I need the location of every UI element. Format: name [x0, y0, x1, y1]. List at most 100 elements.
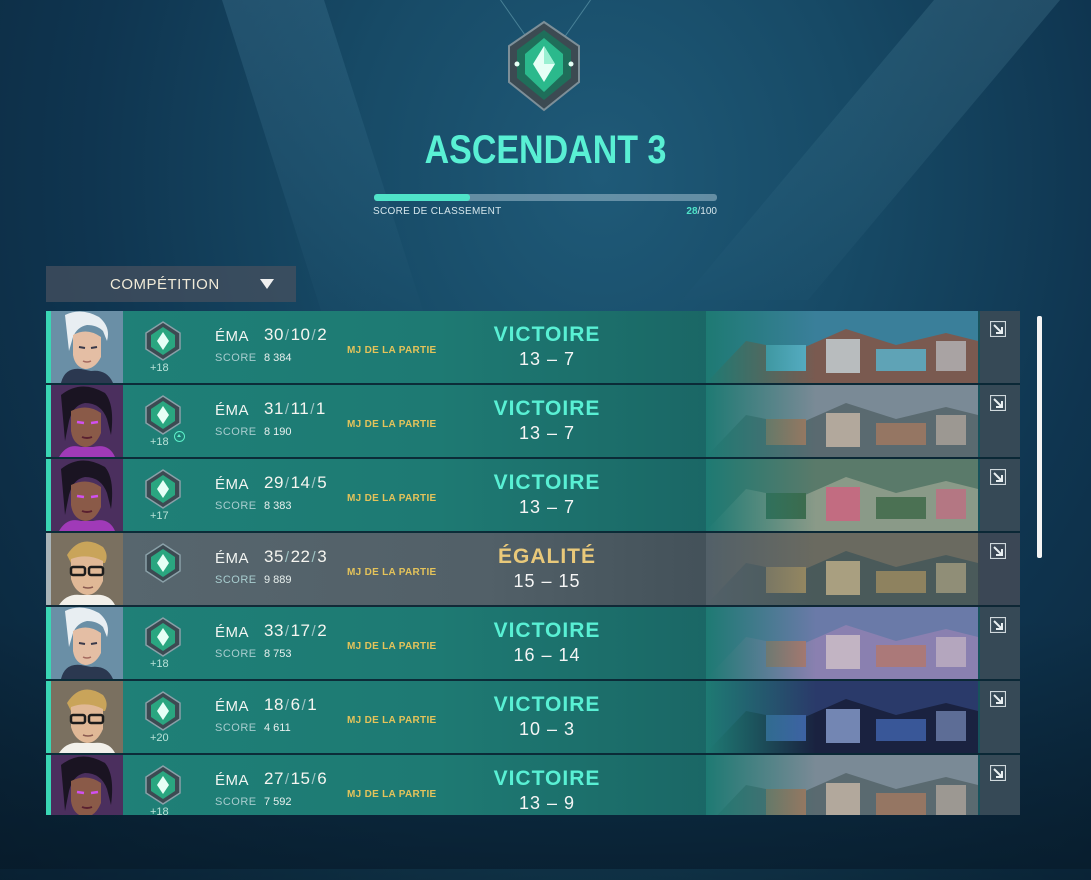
rank-icon	[144, 469, 182, 509]
match-details-button[interactable]	[980, 311, 1020, 383]
kda-stats: 33/17/2	[264, 621, 328, 640]
deaths: 15	[290, 769, 311, 788]
match-row[interactable]: +20 ÉMA 18/6/1 SCORE 4 611 MJ DE LA PART…	[46, 681, 1020, 755]
match-details-button[interactable]	[980, 681, 1020, 753]
rank-rating-current: 28	[686, 206, 698, 217]
combat-score-value: 8 753	[264, 648, 292, 660]
match-mvp-badge: MJ DE LA PARTIE	[347, 419, 437, 430]
agent-portrait	[51, 755, 123, 815]
match-details-button[interactable]	[980, 533, 1020, 605]
kills: 18	[264, 695, 284, 714]
expand-icon	[989, 690, 1007, 708]
assists: 3	[317, 547, 328, 566]
ascendant-rank-icon	[508, 20, 580, 112]
kills: 27	[264, 769, 284, 788]
match-mvp-badge: MJ DE LA PARTIE	[347, 715, 437, 726]
map-thumbnail	[706, 755, 978, 815]
match-list-scrollbar[interactable]	[1037, 316, 1042, 558]
match-result: VICTOIRE	[493, 693, 601, 716]
match-row[interactable]: +18 ÉMA 33/17/2 SCORE 8 753 MJ DE LA PAR…	[46, 607, 1020, 681]
assists: 1	[315, 399, 326, 418]
match-row[interactable]: +18 ÉMA 30/10/2 SCORE 8 384 MJ DE LA PAR…	[46, 311, 1020, 385]
kda-stats: 29/14/5	[264, 473, 328, 492]
rank-icon	[144, 691, 182, 731]
map-thumbnail	[706, 311, 978, 383]
round-score: 13 – 9	[518, 793, 576, 813]
kills: 35	[264, 547, 284, 566]
rank-rating-change: +18	[150, 436, 169, 448]
rank-rating-progress-fill	[374, 194, 471, 201]
kills: 30	[264, 325, 284, 344]
map-name: ÉMA	[215, 402, 250, 419]
match-details-button[interactable]	[980, 607, 1020, 679]
rank-rating-max: /100	[697, 206, 717, 217]
combat-score-label: SCORE	[215, 500, 257, 512]
combat-score-label: SCORE	[215, 722, 257, 734]
combat-score-value: 8 383	[264, 500, 292, 512]
map-name: ÉMA	[215, 550, 250, 567]
match-details-button[interactable]	[980, 755, 1020, 815]
assists: 5	[317, 473, 328, 492]
round-score: 13 – 7	[518, 349, 576, 369]
queue-mode-dropdown[interactable]: COMPÉTITION	[46, 266, 296, 302]
kills: 29	[264, 473, 284, 492]
combat-score-label: SCORE	[215, 648, 257, 660]
kills: 33	[264, 621, 284, 640]
deaths: 10	[290, 325, 311, 344]
match-mvp-badge: MJ DE LA PARTIE	[347, 345, 437, 356]
map-name: ÉMA	[215, 772, 250, 789]
map-thumbnail	[706, 533, 978, 605]
expand-icon	[989, 764, 1007, 782]
map-name: ÉMA	[215, 698, 250, 715]
agent-portrait	[51, 681, 123, 753]
rank-icon	[144, 617, 182, 657]
assists: 2	[317, 621, 328, 640]
kda-stats: 18/6/1	[264, 695, 318, 714]
round-score: 16 – 14	[513, 645, 581, 665]
combat-score-value: 4 611	[264, 722, 291, 734]
match-row[interactable]: +17 ÉMA 29/14/5 SCORE 8 383 MJ DE LA PAR…	[46, 459, 1020, 533]
match-row[interactable]: +18 ÉMA 27/15/6 SCORE 7 592 MJ DE LA PAR…	[46, 755, 1020, 815]
assists: 1	[307, 695, 318, 714]
match-details-button[interactable]	[980, 385, 1020, 457]
round-score: 13 – 7	[518, 423, 576, 443]
expand-icon	[989, 616, 1007, 634]
rank-rating-change: +18	[150, 658, 169, 670]
rank-icon	[144, 765, 182, 805]
match-row[interactable]: +18 ÉMA 31/11/1 SCORE 8 190 MJ DE LA PAR…	[46, 385, 1020, 459]
deaths: 17	[290, 621, 311, 640]
match-mvp-badge: MJ DE LA PARTIE	[347, 567, 437, 578]
expand-icon	[989, 542, 1007, 560]
combat-score-label: SCORE	[215, 796, 257, 808]
kda-stats: 30/10/2	[264, 325, 328, 344]
map-thumbnail	[706, 607, 978, 679]
kills: 31	[264, 399, 284, 418]
match-row[interactable]: ÉMA 35/22/3 SCORE 9 889 MJ DE LA PARTIE …	[46, 533, 1020, 607]
rank-up-icon	[174, 431, 185, 442]
assists: 2	[317, 325, 328, 344]
expand-icon	[989, 394, 1007, 412]
agent-portrait	[51, 311, 123, 383]
deaths: 11	[290, 399, 310, 418]
match-mvp-badge: MJ DE LA PARTIE	[347, 493, 437, 504]
map-name: ÉMA	[215, 476, 250, 493]
combat-score-value: 7 592	[264, 796, 292, 808]
map-name: ÉMA	[215, 328, 250, 345]
match-result: VICTOIRE	[493, 619, 601, 642]
match-details-button[interactable]	[980, 459, 1020, 531]
rank-icon	[144, 395, 182, 435]
assists: 6	[317, 769, 328, 788]
match-history-list[interactable]: +18 ÉMA 30/10/2 SCORE 8 384 MJ DE LA PAR…	[46, 311, 1020, 815]
match-result: VICTOIRE	[493, 323, 601, 346]
combat-score-value: 9 889	[264, 574, 292, 586]
deaths: 14	[290, 473, 311, 492]
rank-rating-change: +18	[150, 806, 169, 815]
agent-portrait	[51, 385, 123, 457]
rank-rating-change: +18	[150, 362, 169, 374]
combat-score-label: SCORE	[215, 426, 257, 438]
match-result: VICTOIRE	[493, 767, 601, 790]
agent-portrait	[51, 533, 123, 605]
rank-icon	[144, 543, 182, 583]
agent-portrait	[51, 607, 123, 679]
round-score: 13 – 7	[518, 497, 576, 517]
